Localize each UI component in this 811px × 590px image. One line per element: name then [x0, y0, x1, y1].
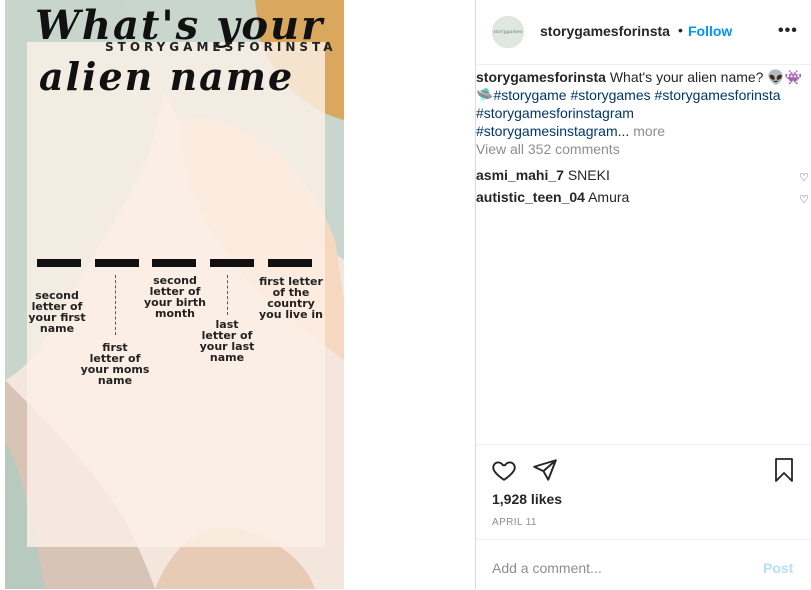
view-all-comments-link[interactable]: View all 352 comments [476, 141, 620, 157]
comment-like-icon[interactable]: ♡ [799, 169, 809, 187]
post-caption: storygamesforinsta What's your alien nam… [476, 68, 806, 158]
hashtag-link[interactable]: #storygames [570, 87, 650, 103]
hint-letter-4: last letter of your last name [199, 318, 255, 364]
caption-username[interactable]: storygamesforinsta [476, 69, 606, 85]
hashtag-link[interactable]: #storygamesforinstagram [476, 105, 634, 121]
comment-username[interactable]: asmi_mahi_7 [476, 167, 564, 183]
comment-input[interactable]: Add a comment... [492, 560, 602, 576]
post-date: APRIL 11 [492, 517, 537, 528]
heart-icon[interactable] [491, 457, 517, 488]
story-title-line2: alien name [39, 54, 295, 99]
alien-emoji-icon: 👽👾 [767, 69, 803, 85]
comment-text: Amura [588, 189, 630, 205]
letter-slot-1 [37, 259, 81, 267]
likes-count[interactable]: 1,928 likes [492, 491, 562, 507]
hint-letter-2: first letter of your moms name [80, 341, 150, 387]
comment-item: autistic_teen_04 Amura ♡ [476, 188, 811, 206]
letter-slot-2 [95, 259, 139, 267]
comment-username[interactable]: autistic_teen_04 [476, 189, 585, 205]
comment-item: asmi_mahi_7 SNEKI ♡ [476, 166, 811, 184]
add-comment-bar: Add a comment... Post [476, 539, 811, 590]
caption-more-link[interactable]: more [633, 123, 665, 139]
post-header: storygames storygamesforinsta • Follow •… [476, 0, 811, 65]
follow-button[interactable]: Follow [688, 23, 732, 39]
hashtag-link[interactable]: #storygame [493, 87, 566, 103]
dashed-connector-2 [115, 275, 116, 335]
bookmark-icon[interactable] [772, 457, 796, 488]
letter-slot-3 [152, 259, 196, 267]
hashtag-link[interactable]: #storygamesinstagram... [476, 123, 629, 139]
story-watermark: STORYGAMESFORINSTA [105, 40, 337, 54]
post-actions: 1,928 likes APRIL 11 [476, 444, 811, 545]
post-comment-button[interactable]: Post [763, 560, 793, 576]
post-sidebar: storygames storygamesforinsta • Follow •… [475, 0, 811, 589]
hashtag-link[interactable]: #storygamesforinsta [655, 87, 781, 103]
dashed-connector-4 [227, 275, 228, 315]
avatar[interactable]: storygames [492, 16, 524, 48]
hint-letter-1: second letter of your first name [28, 289, 86, 335]
share-icon[interactable] [532, 457, 558, 488]
more-options-icon[interactable]: ••• [778, 22, 798, 40]
header-separator: • [678, 22, 683, 38]
letter-slot-4 [210, 259, 254, 267]
caption-text: What's your alien name? [609, 69, 764, 85]
header-username[interactable]: storygamesforinsta [540, 23, 670, 39]
post-image[interactable]: What's your STORYGAMESFORINSTA alien nam… [5, 0, 344, 589]
comment-like-icon[interactable]: ♡ [799, 191, 809, 209]
hint-letter-3: second letter of your birth month [144, 274, 206, 320]
ufo-emoji-icon: 🛸 [476, 87, 494, 103]
hint-letter-5: first letter of the country you live in [259, 275, 323, 321]
comment-text: SNEKI [567, 167, 610, 183]
letter-slot-5 [268, 259, 312, 267]
